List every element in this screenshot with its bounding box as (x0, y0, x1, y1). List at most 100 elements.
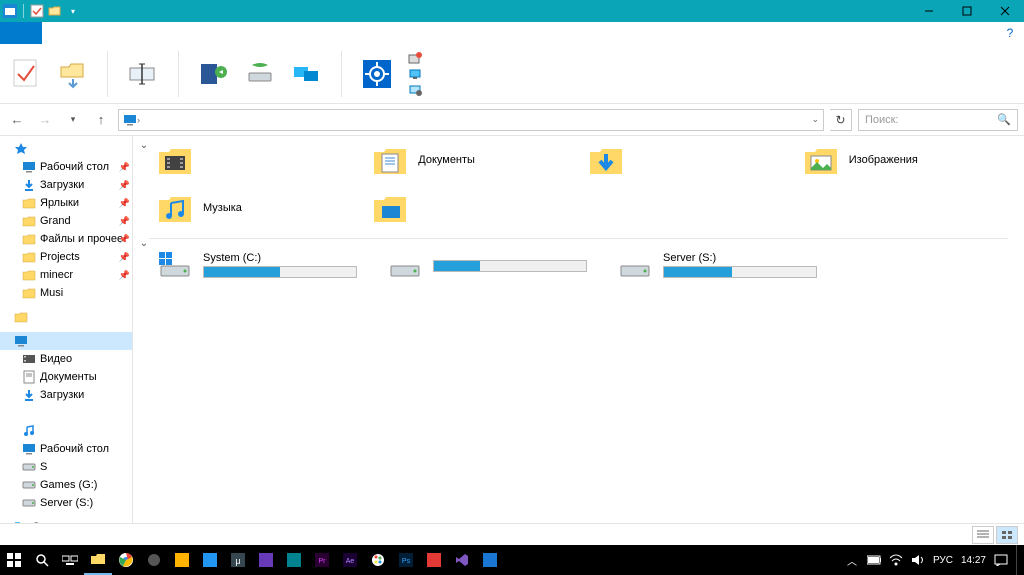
sidebar-item-pcchild[interactable]: Server (S:) (0, 494, 132, 512)
close-button[interactable] (986, 0, 1024, 22)
address-field[interactable]: › ⌄ (118, 109, 824, 131)
tray-clock[interactable]: 14:27 (961, 555, 986, 566)
sidebar-item-network[interactable]: Сеть (0, 518, 132, 523)
sidebar-item-qa[interactable]: Ярлыки📌 (0, 194, 132, 212)
folder-item[interactable]: Музыка (157, 186, 372, 230)
sidebar-item-qa[interactable]: Загрузки📌 (0, 176, 132, 194)
sidebar-item-pcchild[interactable]: S (0, 458, 132, 476)
address-arrow-icon[interactable]: › (137, 115, 140, 125)
show-desktop-button[interactable] (1016, 545, 1020, 575)
nav-up-button[interactable]: ↑ (90, 109, 112, 131)
details-view-button[interactable] (972, 526, 994, 544)
sidebar-item-pcchild[interactable]: Документы (0, 368, 132, 386)
drive-item[interactable]: System (C:) (157, 247, 357, 283)
app-icon (2, 3, 18, 19)
maximize-button[interactable] (948, 0, 986, 22)
sidebar-item-pcchild[interactable]: Видео (0, 350, 132, 368)
sidebar-item-pcchild[interactable]: Games (G:) (0, 476, 132, 494)
system-tray: ︿ РУС 14:27 (845, 545, 1024, 575)
start-button[interactable] (0, 545, 28, 575)
sidebar-item-pcchild[interactable] (0, 404, 132, 422)
sidebar-item-pcchild[interactable]: Рабочий стол (0, 440, 132, 458)
icons-view-button[interactable] (996, 526, 1018, 544)
tray-volume-icon[interactable] (911, 553, 925, 567)
folders-group-toggle[interactable]: ⌄ (137, 138, 151, 152)
minimize-button[interactable] (910, 0, 948, 22)
svg-text:Pr: Pr (319, 558, 327, 565)
rename-button[interactable] (127, 55, 159, 93)
open-button[interactable] (56, 55, 88, 93)
drives-grid: System (C:) Server (S:) (157, 247, 1018, 283)
sidebar-item-thispc[interactable] (0, 332, 132, 350)
manage-button[interactable] (407, 83, 423, 97)
sidebar-item-label: Projects (40, 251, 80, 263)
taskbar-app-3[interactable] (196, 545, 224, 575)
sidebar-item-qa[interactable]: Grand📌 (0, 212, 132, 230)
sidebar-item-qa[interactable]: minecr📌 (0, 266, 132, 284)
tray-chevron-icon[interactable]: ︿ (845, 553, 859, 567)
folder-item[interactable] (588, 138, 803, 182)
taskbar-visualstudio[interactable] (448, 545, 476, 575)
add-network-button[interactable] (290, 55, 322, 93)
tray-wifi-icon[interactable] (889, 553, 903, 567)
media-access-button[interactable] (198, 55, 230, 93)
uninstall-button[interactable] (407, 51, 423, 65)
sidebar-item-pcchild[interactable]: Загрузки (0, 386, 132, 404)
settings-button[interactable] (361, 55, 393, 93)
qat-newfolder-icon[interactable] (47, 3, 63, 19)
taskbar-app-1[interactable] (140, 545, 168, 575)
refresh-button[interactable]: ↻ (830, 109, 852, 131)
sidebar-item-qa[interactable]: Projects📌 (0, 248, 132, 266)
music-icon (157, 190, 193, 226)
sidebar-item-qa[interactable]: Musi (0, 284, 132, 302)
folder-item[interactable]: Изображения (803, 138, 1018, 182)
taskbar-explorer[interactable] (84, 545, 112, 575)
drive-item[interactable] (387, 247, 587, 283)
help-icon[interactable]: ? (1000, 22, 1020, 44)
taskbar-chrome[interactable] (112, 545, 140, 575)
taskbar-app-7[interactable] (420, 545, 448, 575)
folder-item[interactable] (372, 186, 587, 230)
search-icon: 🔍 (997, 113, 1011, 126)
sidebar-item-qa[interactable]: Рабочий стол📌 (0, 158, 132, 176)
taskbar-app-5[interactable] (252, 545, 280, 575)
file-tab[interactable] (0, 22, 42, 44)
drives-group-toggle[interactable]: ⌄ (137, 236, 151, 250)
network-drive-button[interactable] (244, 55, 276, 93)
address-dropdown-icon[interactable]: ⌄ (811, 114, 819, 125)
taskbar-app-4[interactable]: μ (224, 545, 252, 575)
drive-icon (617, 247, 653, 283)
drive-item[interactable]: Server (S:) (617, 247, 817, 283)
sidebar-item-qa[interactable]: Файлы и прочее📌 (0, 230, 132, 248)
taskbar-photoshop[interactable]: Ps (392, 545, 420, 575)
sidebar-item-pcchild[interactable] (0, 422, 132, 440)
tray-notifications-icon[interactable] (994, 553, 1008, 567)
tray-battery-icon[interactable] (867, 553, 881, 567)
ribbon-tabs: ? (0, 22, 1024, 44)
sidebar-item-folder[interactable] (0, 308, 132, 326)
properties-button[interactable] (10, 55, 42, 93)
drive-capacity-bar (663, 266, 817, 278)
taskbar-app-6[interactable] (280, 545, 308, 575)
tray-language[interactable]: РУС (933, 555, 953, 566)
system-button[interactable] (407, 67, 423, 81)
taskbar-aftereffects[interactable]: Ae (336, 545, 364, 575)
taskbar-paint[interactable] (364, 545, 392, 575)
qat-dropdown-icon[interactable]: ▾ (65, 3, 81, 19)
taskbar-app-2[interactable] (168, 545, 196, 575)
search-button[interactable] (28, 545, 56, 575)
taskbar-premiere[interactable]: Pr (308, 545, 336, 575)
search-input[interactable]: Поиск: 🔍 (858, 109, 1018, 131)
sidebar-item-label: Server (S:) (40, 497, 93, 509)
taskbar-app-8[interactable] (476, 545, 504, 575)
nav-forward-button[interactable]: → (34, 109, 56, 131)
svg-text:μ: μ (235, 556, 240, 566)
taskview-button[interactable] (56, 545, 84, 575)
nav-recent-dropdown[interactable]: ▾ (62, 109, 84, 131)
sidebar-item-label: S (40, 461, 47, 473)
folder-item[interactable]: Документы (372, 138, 587, 182)
qat-properties-icon[interactable] (29, 3, 45, 19)
sidebar-item-quickaccess[interactable] (0, 140, 132, 158)
folder-item[interactable] (157, 138, 372, 182)
nav-back-button[interactable]: ← (6, 109, 28, 131)
